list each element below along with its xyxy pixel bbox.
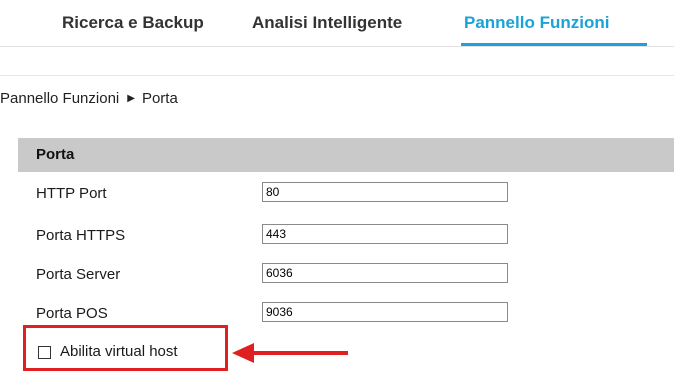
breadcrumb-separator-icon: ▶ [127, 93, 135, 104]
virtual-host-label[interactable]: Abilita virtual host [60, 343, 178, 360]
port-settings-page: Ricerca e Backup Analisi Intelligente Pa… [0, 0, 674, 374]
http-port-input[interactable] [262, 182, 508, 202]
breadcrumb-current: Porta [141, 90, 178, 107]
breadcrumb: Pannello Funzioni ▶ Porta [0, 90, 178, 107]
http-port-label: HTTP Port [36, 185, 107, 202]
server-port-input[interactable] [262, 263, 508, 283]
tab-ricerca-e-backup[interactable]: Ricerca e Backup [62, 13, 204, 33]
https-port-label: Porta HTTPS [36, 227, 126, 244]
subnav-divider [0, 75, 674, 76]
tab-analisi-intelligente[interactable]: Analisi Intelligente [252, 13, 402, 33]
breadcrumb-parent[interactable]: Pannello Funzioni [0, 90, 119, 107]
https-port-input[interactable] [262, 224, 508, 244]
virtual-host-checkbox[interactable] [38, 346, 51, 359]
section-header: Porta [18, 138, 674, 172]
nav-divider [0, 46, 674, 47]
tab-pannello-funzioni[interactable]: Pannello Funzioni [464, 13, 609, 33]
pos-port-input[interactable] [262, 302, 508, 322]
server-port-label: Porta Server [36, 266, 121, 283]
section-title: Porta [36, 146, 75, 163]
pos-port-label: Porta POS [36, 305, 108, 322]
arrow-shaft [250, 351, 348, 355]
